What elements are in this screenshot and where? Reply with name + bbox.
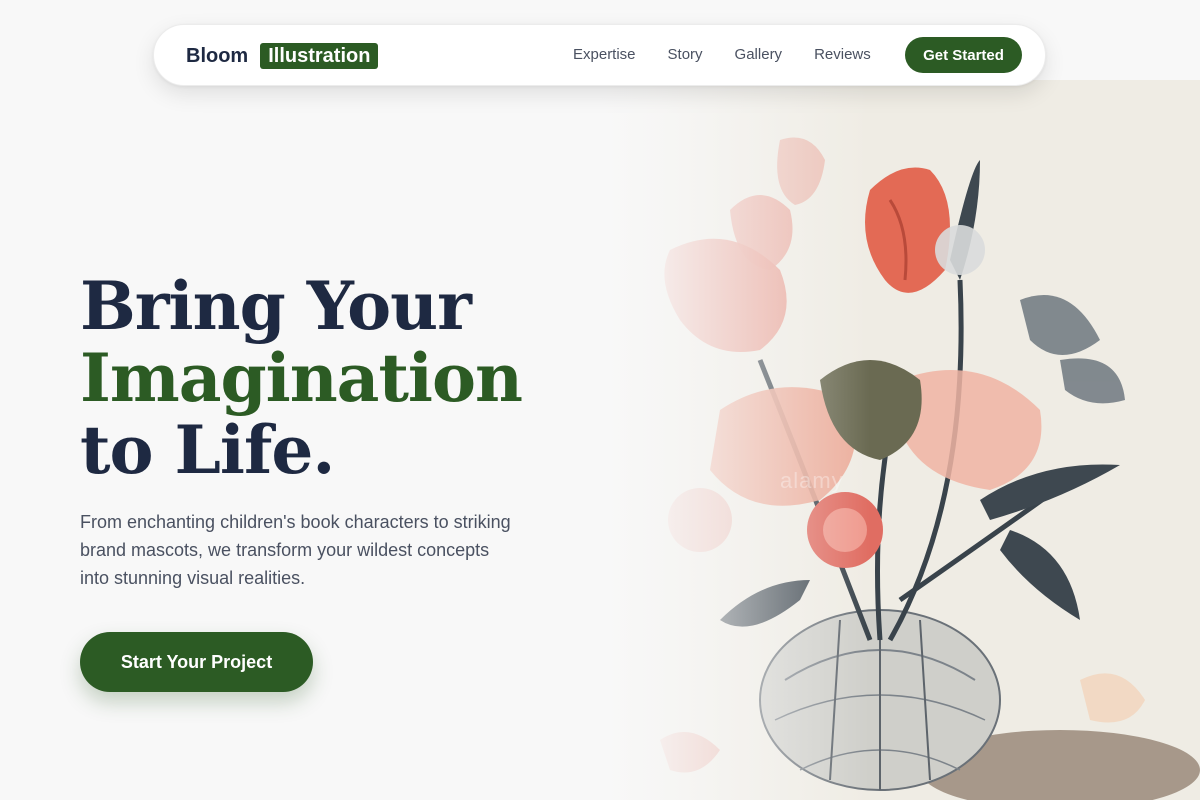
headline-line-3: to Life. <box>80 411 335 489</box>
headline-line-1: Bring Your <box>80 267 472 345</box>
nav-links: Expertise Story Gallery Reviews <box>573 45 871 65</box>
nav-link-story[interactable]: Story <box>668 45 703 65</box>
nav-link-expertise[interactable]: Expertise <box>573 45 636 65</box>
flower-vase-illustration <box>660 137 1200 800</box>
navbar: Bloom Illustration Expertise Story Galle… <box>153 24 1046 86</box>
hero-illustration: alamy <box>600 80 1200 800</box>
nav-link-reviews[interactable]: Reviews <box>814 45 871 65</box>
image-watermark: alamy <box>780 468 844 493</box>
tulip-icon <box>865 167 950 293</box>
brand-name: Bloom <box>186 44 249 67</box>
headline-line-2: Imagination <box>80 339 523 417</box>
nav-link-gallery[interactable]: Gallery <box>735 45 783 65</box>
brand-logo[interactable]: Bloom Illustration <box>186 43 379 69</box>
hero-subtext: From enchanting children's book characte… <box>80 512 511 588</box>
start-project-button[interactable]: Start Your Project <box>80 632 313 692</box>
get-started-button[interactable]: Get Started <box>905 37 1022 73</box>
brand-badge: Illustration <box>260 43 379 69</box>
hero-headline: Bring Your Imagination to Life. <box>80 267 523 489</box>
carnation-icon <box>807 492 883 568</box>
